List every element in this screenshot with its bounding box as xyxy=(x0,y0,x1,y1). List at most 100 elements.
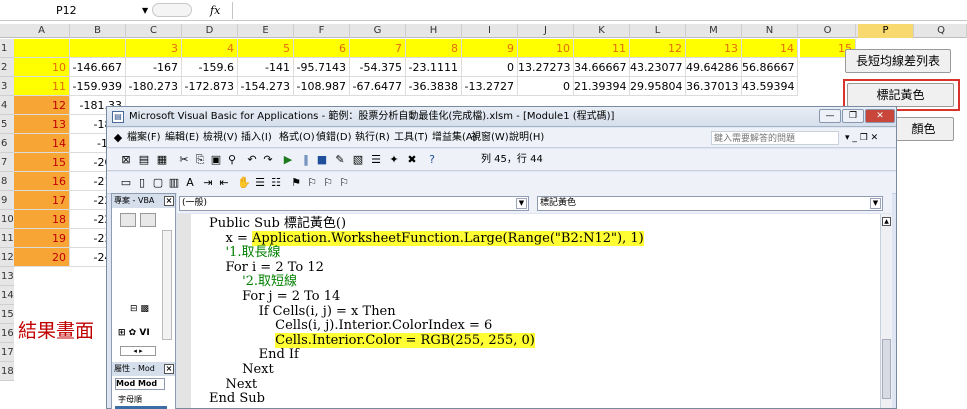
column-header-E[interactable]: E xyxy=(238,24,294,38)
data-cell[interactable]: 16 xyxy=(14,172,70,191)
data-cell[interactable]: 43.59394 xyxy=(742,77,798,96)
row-header-5[interactable]: 5 xyxy=(0,115,14,134)
code-line[interactable]: For j = 2 To 14 xyxy=(209,289,340,304)
column-header-H[interactable]: H xyxy=(406,24,462,38)
next-bookmark-icon[interactable]: ⚐ xyxy=(305,176,319,190)
data-cell[interactable]: 34.66667 xyxy=(574,58,630,77)
code-editor[interactable]: Public Sub 標記黃色() x = Application.Worksh… xyxy=(177,214,882,408)
code-scrollbar[interactable]: ▲ xyxy=(880,214,892,408)
menu-item[interactable]: 執行(R) xyxy=(355,128,390,148)
data-cell[interactable]: -167 xyxy=(126,58,182,77)
data-cell[interactable]: 13.27273 xyxy=(518,58,574,77)
menu-item[interactable]: 格式(O) xyxy=(279,128,315,148)
header-cell[interactable]: 8 xyxy=(406,39,462,58)
data-cell[interactable]: 0 xyxy=(518,77,574,96)
row-header-1[interactable]: 1 xyxy=(0,39,14,58)
parameter-info-icon[interactable]: ▥ xyxy=(167,176,181,190)
props-alpha-tab[interactable]: 字母順 xyxy=(118,394,142,405)
data-cell[interactable]: -108.987 xyxy=(294,77,350,96)
row-header-18[interactable]: 18 xyxy=(0,362,14,381)
redo-icon[interactable]: ↷ xyxy=(261,153,275,167)
object-browser-icon[interactable]: ✦ xyxy=(387,153,401,167)
comment-block-icon[interactable]: ☰ xyxy=(253,176,267,190)
header-cell[interactable]: 7 xyxy=(350,39,406,58)
stop-icon[interactable]: ■ xyxy=(315,153,329,167)
header-cell[interactable]: 9 xyxy=(462,39,518,58)
code-line[interactable]: Public Sub 標記黃色() xyxy=(209,216,346,231)
data-cell[interactable]: -172.873 xyxy=(182,77,238,96)
column-header-B[interactable]: B xyxy=(70,24,126,38)
formula-buttons[interactable] xyxy=(152,3,192,17)
header-cell[interactable]: 14 xyxy=(742,39,798,58)
copy-icon[interactable]: ⎘ xyxy=(193,153,207,167)
code-line[interactable]: End If xyxy=(209,347,299,362)
list-constants-icon[interactable]: ▯ xyxy=(135,176,149,190)
data-cell[interactable]: -159.6 xyxy=(182,58,238,77)
properties-icon[interactable]: ☰ xyxy=(369,153,383,167)
close-icon[interactable]: ✕ xyxy=(865,109,895,123)
menu-item[interactable]: 檔案(F) xyxy=(127,128,161,148)
clear-bookmarks-icon[interactable]: ⚐ xyxy=(337,176,351,190)
prev-bookmark-icon[interactable]: ⚐ xyxy=(321,176,335,190)
data-cell[interactable]: 14 xyxy=(14,134,70,153)
data-cell[interactable]: 56.86667 xyxy=(742,58,798,77)
column-header-P[interactable]: P xyxy=(858,24,914,38)
row-header-11[interactable]: 11 xyxy=(0,229,14,248)
design-mode-icon[interactable]: ✎ xyxy=(333,153,347,167)
column-header-N[interactable]: N xyxy=(742,24,798,38)
insert-icon[interactable]: ▤ xyxy=(137,153,151,167)
header-cell[interactable] xyxy=(70,39,126,58)
cut-icon[interactable]: ✂ xyxy=(177,153,191,167)
view-object-icon[interactable] xyxy=(140,213,156,227)
data-cell[interactable]: 0 xyxy=(462,58,518,77)
code-line[interactable]: Next xyxy=(209,377,258,392)
find-icon[interactable]: ⚲ xyxy=(225,153,239,167)
vba-menu-icon[interactable]: ◆ xyxy=(111,131,125,145)
close-icon[interactable]: × xyxy=(164,364,174,374)
row-header-4[interactable]: 4 xyxy=(0,96,14,115)
pause-icon[interactable]: ‖ xyxy=(299,153,313,167)
code-line[interactable]: Cells(i, j).Interior.ColorIndex = 6 xyxy=(209,318,492,333)
data-cell[interactable]: -159.939 xyxy=(70,77,126,96)
data-cell[interactable]: 10 xyxy=(14,58,70,77)
indent-icon[interactable]: ⇥ xyxy=(201,176,215,190)
row-header-13[interactable]: 13 xyxy=(0,267,14,286)
column-header-O[interactable]: O xyxy=(800,24,856,38)
data-cell[interactable]: 17 xyxy=(14,191,70,210)
header-cell[interactable]: 10 xyxy=(518,39,574,58)
data-cell[interactable]: -54.375 xyxy=(350,58,406,77)
column-header-C[interactable]: C xyxy=(126,24,182,38)
code-line[interactable]: Next xyxy=(209,362,274,377)
toolbox-icon[interactable]: ✖ xyxy=(405,153,419,167)
data-cell[interactable]: 21.39394 xyxy=(574,77,630,96)
row-header-16[interactable]: 16 xyxy=(0,324,14,343)
data-cell[interactable]: 20 xyxy=(14,248,70,267)
help-icon[interactable]: ? xyxy=(425,153,439,167)
data-cell[interactable]: 15 xyxy=(14,153,70,172)
code-line[interactable]: Cells.Interior.Color = RGB(255, 255, 0) xyxy=(209,332,535,348)
chevron-down-icon[interactable]: ▼ xyxy=(870,198,881,209)
data-cell[interactable]: 18 xyxy=(14,210,70,229)
data-cell[interactable]: -141 xyxy=(238,58,294,77)
chevron-down-icon[interactable]: ▼ xyxy=(142,2,148,19)
vertical-scrollbar[interactable] xyxy=(162,230,172,340)
header-cell[interactable]: 5 xyxy=(238,39,294,58)
data-cell[interactable]: -67.6477 xyxy=(350,77,406,96)
close-icon[interactable]: × xyxy=(164,196,174,206)
header-cell[interactable] xyxy=(14,39,70,58)
code-line[interactable]: If Cells(i, j) = x Then xyxy=(209,304,396,319)
props-object-select[interactable]: Mod Mod xyxy=(115,378,165,390)
menu-item[interactable]: 偵錯(D) xyxy=(316,128,352,148)
outdent-icon[interactable]: ⇤ xyxy=(217,176,231,190)
data-cell[interactable]: 43.23077 xyxy=(630,58,686,77)
data-cell[interactable]: 12 xyxy=(14,96,70,115)
formula-input[interactable] xyxy=(232,2,967,19)
data-cell[interactable]: -146.667 xyxy=(70,58,126,77)
row-header-2[interactable]: 2 xyxy=(0,58,14,77)
column-header-G[interactable]: G xyxy=(350,24,406,38)
row-header-7[interactable]: 7 xyxy=(0,153,14,172)
data-cell[interactable]: 19 xyxy=(14,229,70,248)
row-header-8[interactable]: 8 xyxy=(0,172,14,191)
paste-icon[interactable]: ▣ xyxy=(209,153,223,167)
data-cell[interactable]: -95.7143 xyxy=(294,58,350,77)
